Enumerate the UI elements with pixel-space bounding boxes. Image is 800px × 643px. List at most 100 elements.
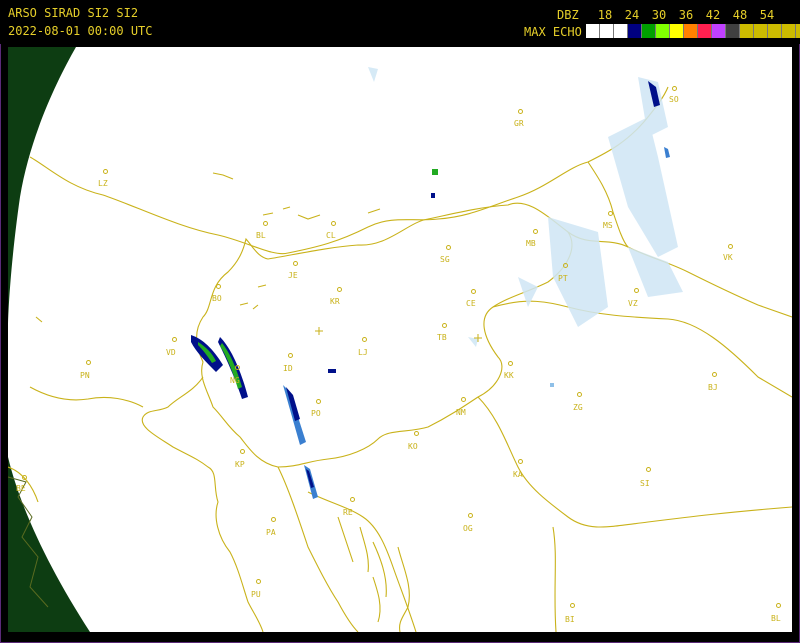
legend-swatch: [684, 24, 698, 38]
legend-tick: 18: [597, 8, 613, 22]
legend-tick: 42: [705, 8, 721, 22]
station-label: ZG: [573, 403, 583, 412]
station-label: PA: [266, 528, 276, 537]
station-dot-icon: [288, 353, 293, 358]
station-label: SO: [669, 95, 679, 104]
station-dot-icon: [103, 169, 108, 174]
legend-swatch: [712, 24, 726, 38]
legend-swatch: [600, 24, 614, 38]
legend-swatch: [796, 24, 800, 38]
station-dot-icon: [293, 261, 298, 266]
station-dot-icon: [570, 603, 575, 608]
station-label: VZ: [628, 299, 638, 308]
legend-tick: 24: [624, 8, 640, 22]
station-dot-icon: [712, 372, 717, 377]
station-dot-icon: [331, 221, 336, 226]
station-dot-icon: [672, 86, 677, 91]
station-dot-icon: [518, 109, 523, 114]
station-dot-icon: [350, 497, 355, 502]
timestamp: 2022-08-01 00:00 UTC: [8, 24, 153, 38]
station-label: PT: [558, 274, 568, 283]
legend-swatch: [628, 24, 642, 38]
station-dot-icon: [216, 284, 221, 289]
station-label: SI: [640, 479, 650, 488]
station-dot-icon: [172, 337, 177, 342]
station-dot-icon: [608, 211, 613, 216]
out-of-range-area: [8, 47, 76, 327]
station-dot-icon: [533, 229, 538, 234]
station-label: KA: [513, 470, 523, 479]
legend-swatch: [782, 24, 796, 38]
station-label: OG: [463, 524, 473, 533]
station-label: KR: [330, 297, 340, 306]
station-dot-icon: [22, 475, 27, 480]
legend-swatch: [614, 24, 628, 38]
station-dot-icon: [728, 244, 733, 249]
station-label: PU: [251, 590, 261, 599]
legend-tick: 36: [678, 8, 694, 22]
station-label: TB: [437, 333, 447, 342]
station-dot-icon: [86, 360, 91, 365]
station-dot-icon: [518, 459, 523, 464]
station-dot-icon: [446, 245, 451, 250]
station-label: VK: [723, 253, 733, 262]
legend-swatch: [586, 24, 600, 38]
station-label: BI: [565, 615, 575, 624]
max-echo-label: MAX ECHO: [524, 25, 582, 39]
legend-swatch: [698, 24, 712, 38]
station-label: LZ: [98, 179, 108, 188]
dbz-label: DBZ: [557, 8, 579, 22]
legend-tick: 48: [732, 8, 748, 22]
map-layer: [8, 47, 792, 632]
station-label: KK: [504, 371, 514, 380]
station-label: NG: [230, 376, 240, 385]
station-label: BE: [16, 484, 26, 493]
station-label: PN: [80, 371, 90, 380]
product-title: ARSO SIRAD SI2 SI2: [8, 6, 139, 20]
station-label: LJ: [358, 348, 368, 357]
header-bar: ARSO SIRAD SI2 SI2 2022-08-01 00:00 UTC …: [0, 0, 800, 44]
station-label: CE: [466, 299, 476, 308]
legend-tick: 54: [759, 8, 775, 22]
echo-cell: [328, 369, 336, 373]
station-label: MB: [526, 239, 536, 248]
station-dot-icon: [776, 603, 781, 608]
station-label: KP: [235, 460, 245, 469]
station-label: JE: [288, 271, 298, 280]
color-scale-legend: [586, 24, 800, 38]
station-dot-icon: [471, 289, 476, 294]
station-dot-icon: [461, 397, 466, 402]
legend-swatch: [726, 24, 740, 38]
station-dot-icon: [337, 287, 342, 292]
station-dot-icon: [634, 288, 639, 293]
station-label: GR: [514, 119, 524, 128]
station-label: CL: [326, 231, 336, 240]
station-dot-icon: [577, 392, 582, 397]
station-dot-icon: [508, 361, 513, 366]
station-label: RE: [343, 508, 353, 517]
legend-tick: 30: [651, 8, 667, 22]
legend-swatch: [754, 24, 768, 38]
legend-swatch: [656, 24, 670, 38]
legend-swatch: [740, 24, 754, 38]
legend-swatch: [768, 24, 782, 38]
radar-map: SO GR LZ BL CL MS VK MB SG JE PT BO KR CE VZ VD TB LJ PN NG…: [8, 47, 792, 632]
station-dot-icon: [235, 365, 240, 370]
station-dot-icon: [271, 517, 276, 522]
station-dot-icon: [362, 337, 367, 342]
station-dot-icon: [468, 513, 473, 518]
station-dot-icon: [563, 263, 568, 268]
station-label: BL: [256, 231, 266, 240]
station-dot-icon: [316, 399, 321, 404]
boundary-lines: [8, 86, 792, 632]
legend-swatch: [642, 24, 656, 38]
station-label: ID: [283, 364, 293, 373]
station-label: BO: [212, 294, 222, 303]
station-label: MS: [603, 221, 613, 230]
station-label: KO: [408, 442, 418, 451]
station-label: BJ: [708, 383, 718, 392]
station-label: VD: [166, 348, 176, 357]
legend-swatch: [670, 24, 684, 38]
station-dot-icon: [442, 323, 447, 328]
station-dot-icon: [646, 467, 651, 472]
